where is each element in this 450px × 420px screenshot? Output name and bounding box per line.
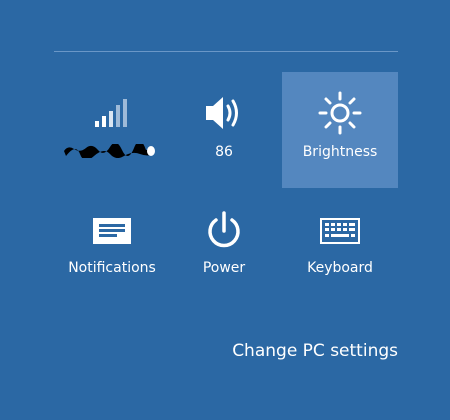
brightness-label: Brightness	[302, 144, 378, 160]
redacted-network-name	[62, 140, 156, 161]
signal-bars-icon	[54, 94, 170, 132]
volume-tile[interactable]: 86	[166, 72, 282, 188]
settings-charm-panel: 86 Brightness Notifications Power Keyboa…	[0, 0, 450, 420]
keyboard-label: Keyboard	[307, 260, 373, 276]
sun-icon	[282, 91, 398, 135]
keyboard-icon	[282, 212, 398, 250]
keyboard-tile[interactable]: Keyboard	[282, 200, 398, 316]
power-icon	[166, 211, 282, 250]
network-tile[interactable]	[54, 72, 170, 188]
power-tile[interactable]: Power	[166, 200, 282, 316]
divider	[54, 51, 398, 52]
notifications-tile[interactable]: Notifications	[54, 200, 170, 316]
message-icon	[54, 212, 170, 250]
change-pc-settings-link[interactable]: Change PC settings	[232, 341, 398, 361]
speaker-icon	[166, 94, 282, 132]
brightness-tile[interactable]: Brightness	[282, 72, 398, 188]
